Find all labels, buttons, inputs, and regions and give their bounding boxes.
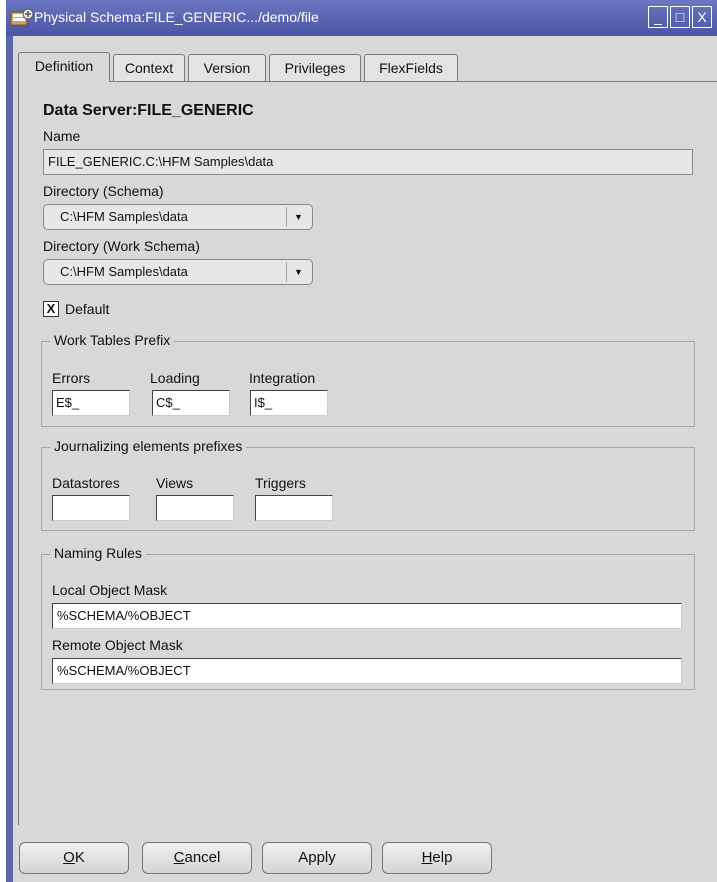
definition-panel: Data Server:FILE_GENERIC Name FILE_GENER…: [18, 81, 717, 825]
directory-work-label: Directory (Work Schema): [43, 238, 200, 254]
triggers-label: Triggers: [255, 475, 306, 491]
loading-label: Loading: [150, 370, 200, 386]
work-tables-prefix-title: Work Tables Prefix: [50, 332, 175, 348]
directory-schema-value: C:\HFM Samples\data: [60, 209, 188, 224]
loading-prefix-field[interactable]: C$_: [152, 390, 230, 416]
apply-button[interactable]: Apply: [262, 842, 372, 874]
integration-label: Integration: [249, 370, 316, 386]
remote-object-mask-label: Remote Object Mask: [52, 637, 183, 653]
dialog-window: Physical Schema:FILE_GENERIC.../demo/fil…: [6, 0, 717, 882]
title-bar[interactable]: Physical Schema:FILE_GENERIC.../demo/fil…: [6, 0, 717, 36]
window-left-border: [6, 36, 13, 882]
close-button[interactable]: X: [692, 6, 712, 28]
default-label: Default: [65, 301, 110, 317]
work-tables-prefix-group: Work Tables Prefix Errors E$_ Loading C$…: [41, 332, 695, 427]
errors-prefix-field[interactable]: E$_: [52, 390, 130, 416]
triggers-prefix-field[interactable]: [255, 495, 333, 521]
name-field[interactable]: FILE_GENERIC.C:\HFM Samples\data: [43, 149, 693, 175]
local-object-mask-label: Local Object Mask: [52, 582, 168, 598]
cancel-label-rest: ancel: [184, 849, 221, 866]
views-label: Views: [156, 475, 194, 491]
integration-prefix-field[interactable]: I$_: [250, 390, 328, 416]
data-server-heading: Data Server:FILE_GENERIC: [43, 102, 254, 119]
help-label-rest: elp: [432, 849, 453, 866]
directory-schema-label: Directory (Schema): [43, 183, 164, 199]
schema-icon: [10, 6, 34, 30]
tab-context[interactable]: Context: [113, 54, 185, 82]
cancel-button[interactable]: Cancel: [142, 842, 252, 874]
tab-flexfields[interactable]: FlexFields: [364, 54, 458, 82]
default-checkbox[interactable]: X: [43, 301, 59, 317]
ok-label-rest: K: [74, 849, 85, 866]
window-title: Physical Schema:FILE_GENERIC.../demo/fil…: [34, 9, 319, 25]
chevron-down-icon: ▼: [286, 262, 310, 282]
directory-schema-select[interactable]: C:\HFM Samples\data ▼: [43, 204, 313, 230]
naming-rules-group: Naming Rules Local Object Mask %SCHEMA/%…: [41, 545, 695, 690]
datastores-label: Datastores: [52, 475, 120, 491]
journalizing-prefixes-title: Journalizing elements prefixes: [50, 438, 247, 454]
tab-definition[interactable]: Definition: [18, 52, 110, 82]
naming-rules-title: Naming Rules: [50, 545, 146, 561]
help-button[interactable]: Help: [382, 842, 492, 874]
errors-label: Errors: [52, 370, 91, 386]
tab-version[interactable]: Version: [188, 54, 266, 82]
chevron-down-icon: ▼: [286, 207, 310, 227]
ok-button[interactable]: OK: [19, 842, 129, 874]
datastores-prefix-field[interactable]: [52, 495, 130, 521]
tab-privileges[interactable]: Privileges: [269, 54, 361, 82]
help-mnemonic: H: [421, 849, 433, 866]
ok-mnemonic: O: [63, 849, 75, 866]
directory-work-select[interactable]: C:\HFM Samples\data ▼: [43, 259, 313, 285]
remote-object-mask-field[interactable]: %SCHEMA/%OBJECT: [52, 658, 682, 684]
views-prefix-field[interactable]: [156, 495, 234, 521]
maximize-button[interactable]: □: [670, 6, 690, 28]
local-object-mask-field[interactable]: %SCHEMA/%OBJECT: [52, 603, 682, 629]
cancel-mnemonic: C: [173, 849, 185, 866]
journalizing-prefixes-group: Journalizing elements prefixes Datastore…: [41, 438, 695, 531]
directory-work-value: C:\HFM Samples\data: [60, 264, 188, 279]
minimize-button[interactable]: _: [648, 6, 668, 28]
name-label: Name: [43, 128, 81, 144]
